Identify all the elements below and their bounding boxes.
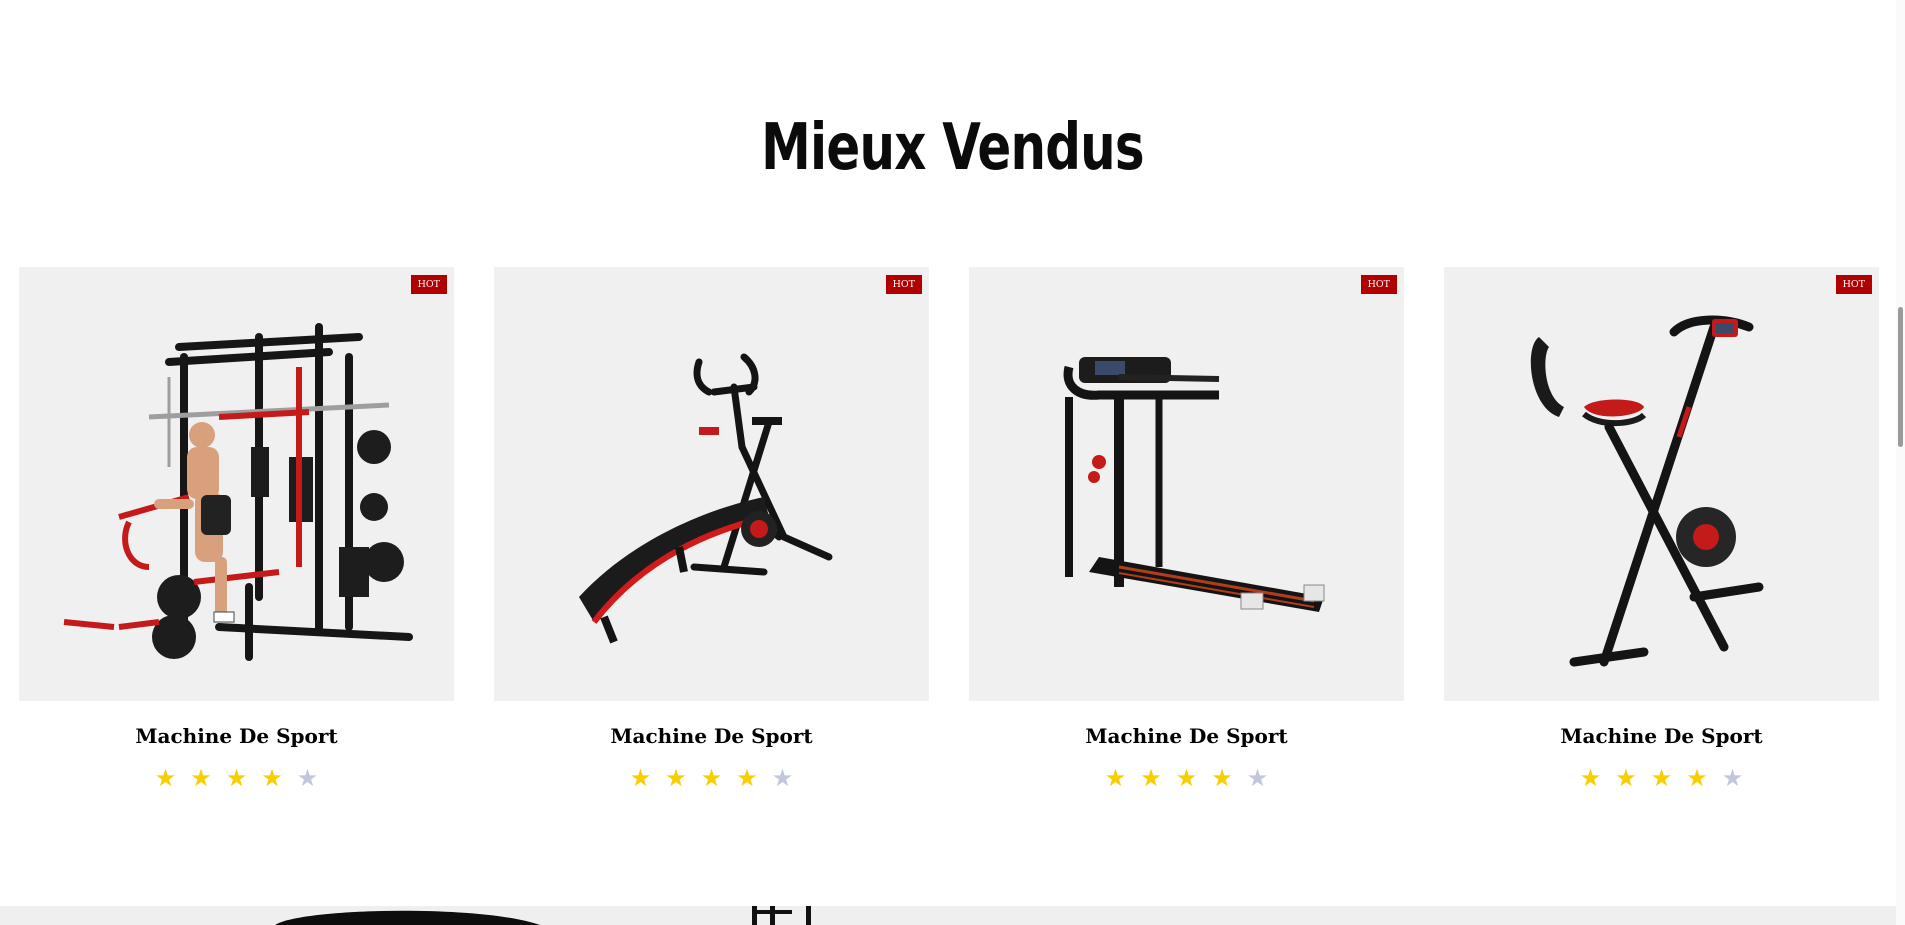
star-filled-icon: ★ (1175, 764, 1198, 792)
star-rating: ★ ★ ★ ★ ★ (494, 764, 929, 792)
hot-badge: HOT (410, 275, 447, 294)
treadmill-image (1063, 357, 1325, 612)
star-rating: ★ ★ ★ ★ ★ (969, 764, 1404, 792)
product-name[interactable]: Machine De Sport (494, 723, 929, 749)
star-filled-icon: ★ (700, 764, 723, 792)
product-card[interactable]: HOT Machine De Sport ★ ★ ★ ★ ★ (19, 267, 454, 792)
star-empty-icon: ★ (296, 764, 319, 792)
hot-badge: HOT (1835, 275, 1872, 294)
star-rating: ★ ★ ★ ★ ★ (1444, 764, 1879, 792)
product-image[interactable]: HOT (969, 267, 1404, 701)
page-scrollbar[interactable] (1896, 0, 1905, 925)
star-empty-icon: ★ (771, 764, 794, 792)
star-filled-icon: ★ (1686, 764, 1708, 792)
star-filled-icon: ★ (1104, 764, 1127, 792)
hot-badge: HOT (1360, 275, 1397, 294)
product-image[interactable]: HOT (494, 267, 929, 701)
product-name[interactable]: Machine De Sport (1444, 723, 1879, 749)
star-filled-icon: ★ (1211, 764, 1233, 792)
home-gym-station-image (63, 323, 413, 661)
star-empty-icon: ★ (1246, 764, 1269, 792)
product-name[interactable]: Machine De Sport (969, 723, 1404, 749)
product-card[interactable]: HOT Machine De Sport ★ ★ ★ ★ ★ (969, 267, 1404, 792)
product-name[interactable]: Machine De Sport (19, 723, 454, 749)
star-filled-icon: ★ (225, 764, 248, 792)
folding-x-bike-image (1530, 315, 1764, 667)
product-card[interactable]: HOT Machine De Sport ★ ★ ★ ★ ★ (1444, 267, 1879, 792)
star-filled-icon: ★ (1650, 764, 1673, 792)
scrollbar-thumb[interactable] (1898, 307, 1903, 447)
star-filled-icon: ★ (665, 764, 687, 792)
star-filled-icon: ★ (736, 764, 758, 792)
star-filled-icon: ★ (1140, 764, 1162, 792)
star-filled-icon: ★ (1579, 764, 1602, 792)
banner-image (275, 906, 811, 925)
next-section-banner (0, 906, 1905, 925)
hot-badge: HOT (885, 275, 922, 294)
sit-up-bench-exercise-bike-image (579, 353, 833, 644)
star-empty-icon: ★ (1721, 764, 1744, 792)
star-filled-icon: ★ (629, 764, 652, 792)
star-filled-icon: ★ (261, 764, 283, 792)
product-image[interactable]: HOT (19, 267, 454, 701)
star-filled-icon: ★ (154, 764, 177, 792)
star-filled-icon: ★ (190, 764, 212, 792)
section-title: Mieux Vendus (761, 111, 1144, 185)
product-card[interactable]: HOT Machine De Sport ★ ★ ★ ★ ★ (494, 267, 929, 792)
product-image[interactable]: HOT (1444, 267, 1879, 701)
star-filled-icon: ★ (1615, 764, 1637, 792)
star-rating: ★ ★ ★ ★ ★ (19, 764, 454, 792)
